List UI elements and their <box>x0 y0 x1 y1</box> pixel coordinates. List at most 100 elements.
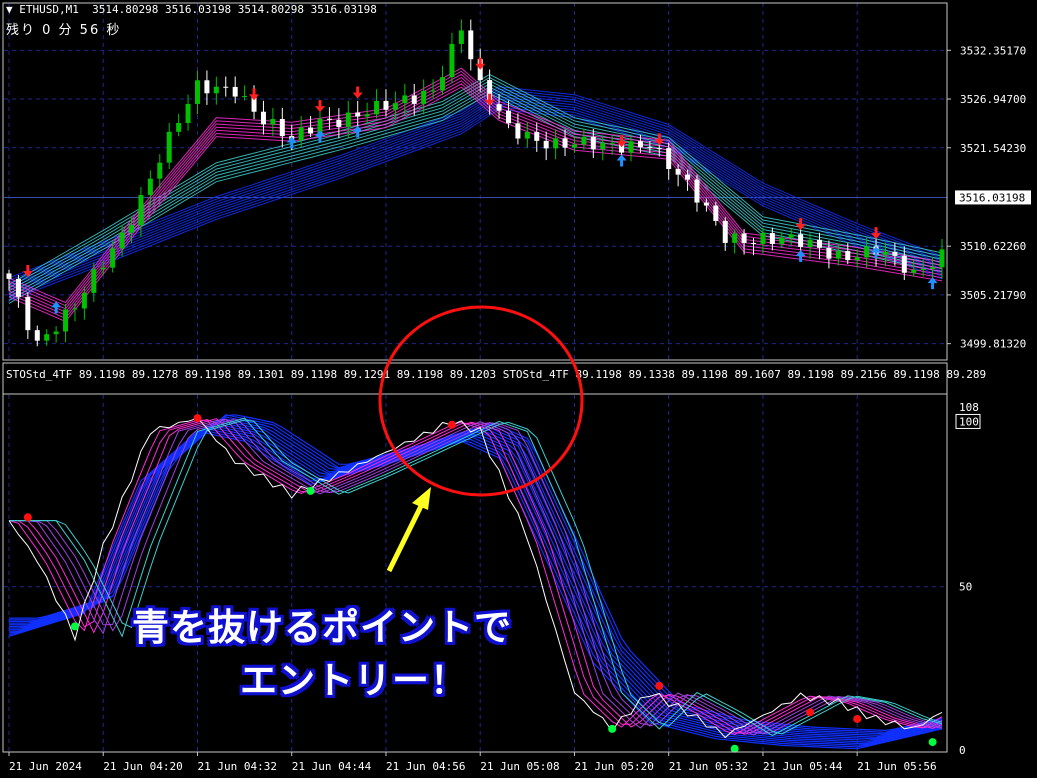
arrow-up-icon <box>616 154 627 167</box>
bar-countdown: 残り 0 分 56 秒 <box>6 23 122 38</box>
candle-body <box>223 86 229 88</box>
price-tick-label: 3499.81320 <box>960 338 1026 351</box>
candle-body <box>835 251 841 259</box>
stochastic-lagging-line <box>9 419 943 735</box>
signal-dot-red <box>853 714 862 723</box>
candle-body <box>505 110 511 124</box>
time-tick-label: 21 Jun 04:32 <box>197 760 276 773</box>
candle-body <box>637 141 643 148</box>
candle-body <box>543 140 549 149</box>
candle-body <box>722 220 728 243</box>
stochastic-grid <box>4 395 947 752</box>
stochastic-main-line <box>8 417 943 739</box>
time-tick-label: 21 Jun 05:20 <box>574 760 653 773</box>
candle-body <box>176 122 182 132</box>
candle-body <box>53 331 59 335</box>
price-tick-label: 3532.35170 <box>960 44 1026 57</box>
candle-body <box>788 234 794 238</box>
candle-body <box>590 136 596 150</box>
candle-body <box>345 112 351 127</box>
trading-chart[interactable]: 3532.35170 3526.94700 3521.54230 3510.62260… <box>0 0 1037 778</box>
signal-dot-red <box>806 708 815 717</box>
candle-body <box>694 179 700 203</box>
price-grid <box>4 3 947 360</box>
candle-body <box>496 104 502 111</box>
candle-body <box>864 246 870 258</box>
price-axis: 3532.35170 3526.94700 3521.54230 3510.62260… <box>947 44 1031 351</box>
signal-dot-green <box>70 622 79 631</box>
stochastic-panel[interactable]: 108100 50 0 <box>4 395 981 757</box>
price-panel[interactable]: 3532.35170 3526.94700 3521.54230 3510.62260… <box>4 3 1031 360</box>
arrow-down-icon <box>352 86 363 99</box>
candle-body <box>581 136 587 145</box>
candle-body <box>336 119 342 127</box>
candle-body <box>298 127 304 141</box>
time-tick-label: 21 Jun 04:44 <box>292 760 372 773</box>
candle-body <box>242 95 248 97</box>
candle-body <box>647 147 653 149</box>
candle-body <box>81 292 87 309</box>
candle-body <box>892 251 898 256</box>
candle-body <box>138 195 144 226</box>
indicator-label: STOStd_4TF 89.1198 89.1278 89.1198 89.13… <box>6 368 987 381</box>
dropdown-triangle-icon[interactable]: ▼ <box>6 3 19 16</box>
signal-dot-red <box>23 513 32 522</box>
candle-body <box>468 30 474 60</box>
candle-body <box>194 80 200 104</box>
stochastic-tick-label: 108 <box>959 401 979 414</box>
signal-dot-red <box>193 414 202 423</box>
candle-body <box>939 249 945 268</box>
candle-body <box>430 90 436 92</box>
symbol-label: ETHUSD,M1 <box>19 3 79 16</box>
candle-body <box>392 103 398 110</box>
stochastic-lagging-line <box>9 418 943 735</box>
candle-body <box>34 330 40 341</box>
candle-body <box>713 205 719 221</box>
time-axis: 21 Jun 2024 21 Jun 04:20 21 Jun 04:32 21 Ju… <box>8 752 937 773</box>
candle-body <box>166 131 172 163</box>
stochastic-lagging-line <box>9 419 943 735</box>
signal-dot-green <box>730 744 739 753</box>
candle-body <box>685 174 691 180</box>
candle-body <box>798 234 804 247</box>
candle-body <box>260 111 266 125</box>
signal-dot-red <box>655 681 664 690</box>
candle-body <box>110 248 116 268</box>
stochastic-ribbons <box>8 414 943 750</box>
candle-body <box>63 309 69 332</box>
candle-body <box>703 202 709 206</box>
price-tick-label: 3521.54230 <box>960 142 1026 155</box>
stochastic-blue-line <box>9 418 943 736</box>
stochastic-blue-line <box>9 423 943 741</box>
candle-body <box>213 86 219 94</box>
candle-body <box>807 239 813 247</box>
candle-body <box>769 233 775 244</box>
candles <box>6 19 945 347</box>
ohlc-values: 3514.80298 3516.03198 3514.80298 3516.03… <box>92 3 377 16</box>
candle-body <box>25 296 31 331</box>
time-tick-label: 21 Jun 2024 <box>9 760 82 773</box>
candle-body <box>119 232 125 249</box>
candle-body <box>930 267 936 270</box>
time-tick-label: 21 Jun 04:20 <box>103 760 182 773</box>
candle-body <box>609 142 615 144</box>
candle-body <box>185 103 191 123</box>
candle-body <box>421 90 427 104</box>
candle-body <box>534 132 540 141</box>
candle-body <box>675 169 681 175</box>
candle-body <box>911 269 917 273</box>
candle-body <box>760 233 766 244</box>
price-tick-label: 3510.62260 <box>960 240 1026 253</box>
candle-body <box>741 233 747 243</box>
current-price-label: 3516.03198 <box>959 191 1025 204</box>
candle-body <box>854 257 860 261</box>
candle-body <box>91 269 97 293</box>
candle-body <box>751 242 757 244</box>
arrow-down-icon <box>249 88 260 101</box>
candle-body <box>816 239 822 248</box>
symbol-header: ▼ ETHUSD,M1 3514.80298 3516.03198 3514.8… <box>6 3 377 16</box>
candle-body <box>901 255 907 273</box>
candle-body <box>779 237 785 244</box>
stochastic-lagging-line <box>9 418 943 735</box>
candle-body <box>628 141 634 153</box>
